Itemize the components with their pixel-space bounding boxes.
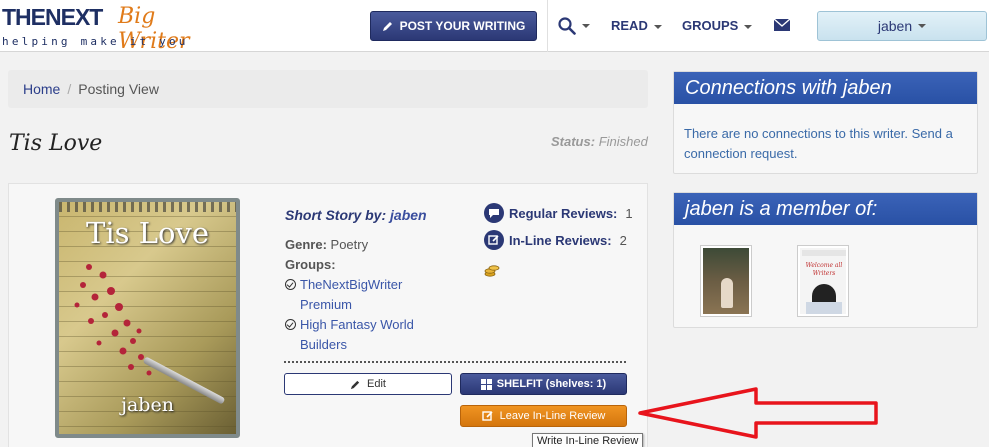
status-text: Status: Finished — [551, 134, 648, 149]
check-circle-icon — [285, 279, 296, 290]
regular-reviews-label: Regular Reviews: — [509, 205, 618, 221]
edit-square-icon — [484, 230, 504, 250]
shelfit-label: SHELFIT (shelves: 1) — [496, 378, 607, 390]
site-logo[interactable]: THENEXT Big Writer helping make it you — [0, 4, 215, 54]
edit-label: Edit — [367, 378, 386, 390]
genre-row: Genre: Poetry — [285, 235, 427, 255]
author-link[interactable]: jaben — [390, 207, 427, 223]
group-item: TheNextBigWriter Premium — [285, 275, 427, 315]
chevron-down-icon — [582, 24, 590, 28]
group-item: High Fantasy World Builders — [285, 315, 427, 355]
genre-value: Poetry — [330, 237, 369, 252]
status-value: Finished — [598, 134, 648, 149]
coins-icon[interactable] — [484, 262, 500, 278]
connections-text[interactable]: There are no connections to this writer.… — [674, 104, 977, 164]
user-name: jaben — [877, 18, 913, 34]
inline-reviews[interactable]: In-Line Reviews: 2 — [484, 230, 627, 250]
search-menu[interactable] — [558, 14, 592, 38]
cover-spiral — [59, 202, 236, 212]
group-link-line: Premium — [300, 297, 353, 312]
group-thumbnail-image: Welcome all Writers — [800, 248, 846, 314]
inline-reviews-count: 2 — [619, 232, 627, 248]
inline-reviews-label: In-Line Reviews: — [509, 232, 612, 248]
chevron-down-icon — [653, 24, 662, 29]
leave-inline-review-button[interactable]: Leave In-Line Review — [460, 405, 627, 427]
group-thumbnail[interactable] — [700, 245, 752, 317]
nav-groups[interactable]: GROUPS — [682, 18, 753, 33]
cover-title: Tis Love — [86, 216, 209, 250]
connections-panel: Connections with jaben There are no conn… — [673, 71, 978, 174]
grid-icon — [480, 378, 492, 390]
connections-title: Connections with jaben — [674, 72, 977, 104]
comment-icon — [484, 203, 504, 223]
thumbnail-caption: Welcome all Writers — [800, 262, 848, 278]
pencil-icon — [382, 22, 392, 31]
post-your-writing-button[interactable]: POST YOUR WRITING — [370, 11, 537, 41]
chevron-down-icon — [918, 24, 927, 28]
breadcrumb-current: Posting View — [78, 81, 159, 97]
shelfit-button[interactable]: SHELFIT (shelves: 1) — [460, 373, 627, 395]
check-circle-icon — [285, 319, 296, 330]
user-menu-button[interactable]: jaben — [817, 11, 987, 41]
byline: Short Story by: jaben — [285, 205, 427, 225]
group-thumbnail[interactable]: Welcome all Writers — [797, 245, 849, 317]
nav-divider — [547, 0, 548, 52]
breadcrumb: Home / Posting View — [8, 70, 648, 108]
member-of-title: jaben is a member of: — [674, 193, 977, 225]
hearts-decoration — [74, 264, 152, 376]
edit-button[interactable]: Edit — [284, 373, 452, 395]
group-link-2[interactable]: High Fantasy World Builders — [300, 315, 414, 355]
genre-label: Genre: — [285, 237, 327, 252]
post-button-label: POST YOUR WRITING — [399, 19, 526, 33]
edit-square-icon — [481, 411, 493, 421]
breadcrumb-separator: / — [67, 81, 72, 97]
red-arrow-annotation — [638, 387, 878, 439]
thumbnail-laptop — [806, 302, 842, 314]
leave-inline-label: Leave In-Line Review — [499, 410, 606, 422]
groups-label: Groups: — [285, 257, 336, 272]
regular-reviews[interactable]: Regular Reviews: 1 — [484, 203, 633, 223]
nav-read[interactable]: READ — [611, 18, 662, 33]
cover-author: jaben — [121, 394, 174, 416]
logo-tagline: helping make it you — [2, 35, 189, 48]
search-icon — [558, 17, 576, 35]
logo-text: THENEXT — [2, 4, 103, 30]
regular-reviews-count: 1 — [625, 205, 633, 221]
chevron-down-icon — [744, 24, 753, 29]
group-thumbnail-image — [703, 248, 749, 314]
nav-groups-label: GROUPS — [682, 18, 739, 33]
thumbnail-caption-line: Writers — [812, 270, 836, 277]
byline-prefix: Short Story by: — [285, 207, 387, 223]
group-link-1[interactable]: TheNextBigWriter Premium — [300, 275, 402, 315]
group-link-line: Builders — [300, 337, 347, 352]
top-navbar: THENEXT Big Writer helping make it you P… — [0, 0, 989, 54]
thumbnail-logo-strip — [802, 250, 846, 256]
page-title: Tis Love — [9, 131, 103, 156]
group-link-line: High Fantasy World — [300, 317, 414, 332]
status-label: Status: — [551, 134, 596, 149]
breadcrumb-home[interactable]: Home — [23, 81, 60, 97]
tooltip: Write In-Line Review — [532, 433, 644, 447]
group-link-line: TheNextBigWriter — [300, 277, 403, 292]
story-cover-image[interactable]: Tis Love jaben — [55, 198, 240, 438]
pencil-icon — [350, 380, 360, 389]
nav-read-label: READ — [611, 18, 648, 33]
divider — [284, 361, 626, 363]
mail-icon[interactable] — [773, 18, 791, 32]
story-info: Short Story by: jaben Genre: Poetry Grou… — [285, 205, 427, 355]
thumbnail-caption-line: Welcome all — [805, 262, 843, 269]
